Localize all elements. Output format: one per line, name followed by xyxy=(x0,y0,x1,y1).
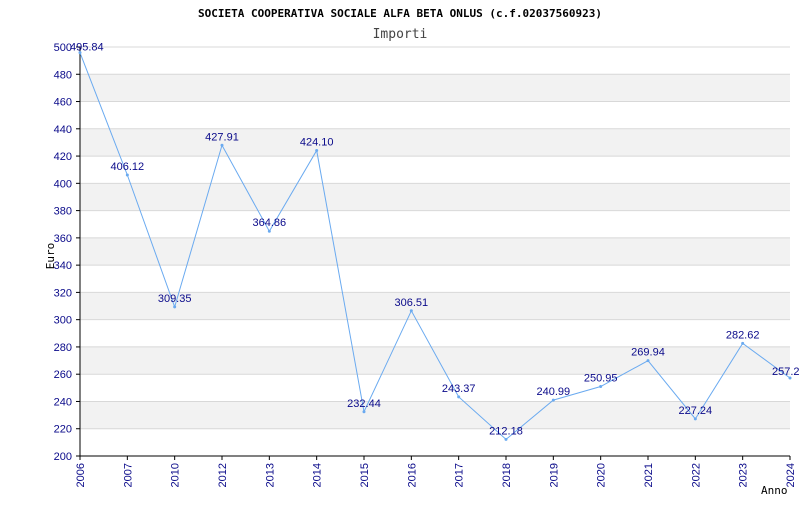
y-tick-label: 400 xyxy=(54,178,72,190)
y-axis-ticks: 2002202402602803003203403603804004204404… xyxy=(54,42,80,463)
data-point xyxy=(504,437,508,441)
data-point xyxy=(693,417,697,421)
data-label: 306.51 xyxy=(395,297,429,309)
x-tick-label: 2023 xyxy=(738,463,750,487)
x-tick-label: 2010 xyxy=(170,463,182,487)
x-tick-label: 2019 xyxy=(548,463,560,487)
x-tick-label: 2021 xyxy=(643,463,655,487)
data-point xyxy=(599,385,603,389)
data-point xyxy=(173,305,177,309)
y-tick-label: 240 xyxy=(54,396,72,408)
y-tick-label: 380 xyxy=(54,206,72,218)
grid-bands xyxy=(80,74,790,429)
x-tick-label: 2012 xyxy=(217,463,229,487)
grid-band xyxy=(80,346,790,375)
chart-title: SOCIETA COOPERATIVA SOCIALE ALFA BETA ON… xyxy=(198,7,602,20)
data-point xyxy=(125,173,129,177)
x-tick-label: 2013 xyxy=(264,463,276,487)
y-tick-label: 440 xyxy=(54,124,72,136)
data-label: 309.35 xyxy=(158,293,192,305)
data-point xyxy=(362,410,366,414)
data-label: 269.94 xyxy=(631,347,665,359)
grid-band xyxy=(80,183,790,211)
x-tick-label: 2017 xyxy=(454,463,466,487)
data-point xyxy=(741,341,745,345)
data-point xyxy=(646,359,650,363)
x-tick-label: 2006 xyxy=(75,463,87,487)
x-tick-label: 2007 xyxy=(122,463,134,487)
x-tick-label: 2018 xyxy=(501,463,513,487)
y-tick-label: 300 xyxy=(54,315,72,327)
data-label: 243.37 xyxy=(442,383,476,395)
data-label: 424.10 xyxy=(300,136,334,148)
data-label: 232.44 xyxy=(347,398,381,410)
y-tick-label: 260 xyxy=(54,369,72,381)
y-tick-label: 200 xyxy=(54,451,72,463)
chart-subtitle: Importi xyxy=(373,27,428,42)
data-label: 212.18 xyxy=(489,425,523,437)
y-tick-label: 480 xyxy=(54,69,72,81)
data-label: 495.84 xyxy=(70,42,104,54)
y-tick-label: 280 xyxy=(54,342,72,354)
data-label: 406.12 xyxy=(111,161,145,173)
x-axis-ticks: 2006 2007 2010 2012 2013 2014 2015 2016 2017 2018… xyxy=(75,456,797,487)
data-point xyxy=(409,309,413,313)
data-point xyxy=(220,143,224,147)
y-tick-label: 420 xyxy=(54,151,72,163)
line-chart: 2002202402602803003203403603804004204404… xyxy=(44,7,800,497)
data-label: 364.86 xyxy=(253,217,287,229)
data-label: 250.95 xyxy=(584,373,618,385)
data-point xyxy=(457,395,461,399)
x-axis-title: Anno xyxy=(761,484,788,497)
chart: 200 220 240 260 280 300 320 340 360 380 400 420 440 4… xyxy=(0,0,800,500)
data-label: 257.2 xyxy=(772,366,800,378)
y-tick-label: 220 xyxy=(54,424,72,436)
x-tick-label: 2020 xyxy=(596,463,608,487)
grid-band xyxy=(80,237,790,266)
data-point xyxy=(551,398,555,402)
y-tick-label: 320 xyxy=(54,287,72,299)
data-point xyxy=(315,148,319,152)
grid-band xyxy=(80,128,790,157)
data-point xyxy=(267,229,271,233)
data-label: 227.24 xyxy=(679,405,713,417)
x-tick-label: 2015 xyxy=(359,463,371,487)
x-tick-label: 2014 xyxy=(312,463,324,487)
data-label: 240.99 xyxy=(537,386,571,398)
data-label: 427.91 xyxy=(205,131,239,143)
y-axis-title: Euro xyxy=(44,243,57,270)
x-tick-label: 2022 xyxy=(690,463,702,487)
x-tick-label: 2016 xyxy=(406,463,418,487)
grid-band xyxy=(80,74,790,102)
data-label: 282.62 xyxy=(726,329,760,341)
y-tick-label: 460 xyxy=(54,97,72,109)
